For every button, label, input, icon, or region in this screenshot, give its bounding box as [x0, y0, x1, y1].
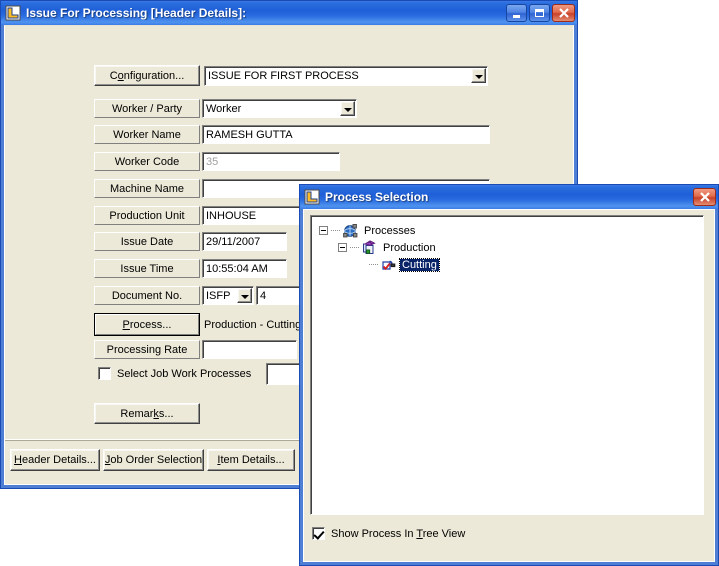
process-leaf-icon [380, 257, 397, 273]
process-tree-panel[interactable]: Processes Production Cutting [310, 215, 704, 515]
tree-connector [331, 230, 340, 231]
process-label-accel: P [122, 318, 130, 331]
show-tree-label-post: ree View [422, 527, 466, 540]
main-window-title: Issue For Processing [Header Details]: [26, 6, 247, 20]
row-document-no: Document No. ISFP 4 [94, 286, 306, 305]
collapse-expander-icon[interactable] [338, 243, 347, 252]
row-issue-time: Issue Time 10:55:04 AM [94, 259, 287, 278]
dialog-caption-buttons [693, 188, 716, 206]
document-no-prefix-combo[interactable]: ISFP [202, 286, 254, 305]
row-issue-date: Issue Date 29/11/2007 [94, 232, 287, 251]
tree-node-cutting-label: Cutting [399, 257, 440, 272]
processing-rate-input[interactable] [202, 340, 297, 359]
process-label-post: rocess... [129, 318, 172, 331]
worker-name-input[interactable]: RAMESH GUTTA [202, 125, 490, 144]
dialog-client: Processes Production Cutting Show Proces… [303, 209, 715, 562]
process-button[interactable]: Process... [94, 313, 200, 336]
remarks-label-post: s... [158, 407, 174, 420]
dialog-title: Process Selection [325, 190, 429, 204]
show-process-tree-view-label: Show Process In Tree View [331, 528, 465, 540]
row-remarks: Remar k s... [94, 403, 200, 424]
process-stack-icon [361, 239, 378, 256]
chevron-down-icon[interactable] [471, 67, 486, 83]
process-value: Production - Cutting [204, 318, 302, 331]
tree-connector [350, 247, 359, 248]
tab-job-order-selection[interactable]: Job Order Selection [103, 449, 204, 471]
document-no-label: Document No. [94, 286, 200, 305]
production-unit-label: Production Unit [94, 206, 200, 225]
issue-date-value: 29/11/2007 [206, 235, 261, 248]
tree-node-production[interactable]: Production [338, 239, 703, 256]
row-configuration: Co nfiguration... ISSUE FOR FIRST PROCESS [94, 65, 488, 86]
row-processing-rate: Processing Rate [94, 340, 297, 359]
worker-code-label: Worker Code [94, 152, 200, 171]
tree-connector [369, 264, 378, 265]
worker-code-value: 35 [206, 155, 219, 168]
process-tree: Processes Production Cutting [311, 216, 703, 273]
process-selection-dialog: Process Selection Processes Production C… [299, 184, 719, 566]
machine-name-label: Machine Name [94, 179, 200, 198]
row-worker-code: Worker Code 35 [94, 152, 340, 171]
document-no-prefix-value: ISFP [206, 289, 231, 302]
remarks-button[interactable]: Remar k s... [94, 403, 200, 424]
app-logo-icon [5, 5, 21, 21]
close-icon[interactable] [693, 188, 716, 206]
row-worker-name: Worker Name RAMESH GUTTA [94, 125, 490, 144]
select-job-work-label: Select Job Work Processes [117, 367, 252, 380]
issue-time-label: Issue Time [94, 259, 200, 278]
remarks-label-pre: Remar [120, 407, 154, 420]
maximize-icon[interactable] [529, 4, 550, 22]
row-worker-party: Worker / Party Worker [94, 99, 357, 118]
select-job-work-checkbox[interactable] [98, 367, 111, 380]
production-unit-value: INHOUSE [206, 209, 257, 222]
configuration-value: ISSUE FOR FIRST PROCESS [208, 69, 359, 82]
configuration-button[interactable]: Co nfiguration... [94, 65, 200, 86]
tab-item-details-post: tem Details... [220, 454, 285, 466]
document-no-number-value: 4 [260, 289, 267, 302]
tree-node-cutting[interactable]: Cutting [357, 256, 703, 273]
show-process-tree-view-row[interactable]: Show Process In Tree View [312, 527, 465, 540]
dialog-titlebar[interactable]: Process Selection [300, 185, 718, 209]
select-job-work-checkbox-row[interactable]: Select Job Work Processes [98, 367, 251, 380]
worker-party-combo[interactable]: Worker [202, 99, 357, 118]
configuration-label-post: nfiguration... [123, 69, 185, 82]
chevron-down-icon[interactable] [340, 101, 355, 116]
tab-header-details-accel: H [14, 454, 22, 466]
globe-network-icon [342, 223, 359, 239]
worker-name-value: RAMESH GUTTA [206, 128, 293, 141]
minimize-icon[interactable] [506, 4, 527, 22]
tab-job-order-post: ob Order Selection [110, 454, 203, 466]
worker-party-label: Worker / Party [94, 99, 200, 118]
show-tree-label-pre: Show Process In [331, 527, 417, 540]
show-process-tree-view-checkbox[interactable] [312, 527, 325, 540]
app-logo-icon [304, 189, 320, 205]
issue-date-input[interactable]: 29/11/2007 [202, 232, 287, 251]
issue-date-label: Issue Date [94, 232, 200, 251]
tree-node-production-label: Production [383, 241, 436, 254]
main-window-titlebar[interactable]: Issue For Processing [Header Details]: [1, 1, 577, 25]
worker-name-label: Worker Name [94, 125, 200, 144]
chevron-down-icon[interactable] [237, 288, 252, 303]
configuration-combo[interactable]: ISSUE FOR FIRST PROCESS [204, 65, 488, 86]
tree-node-processes[interactable]: Processes [319, 222, 703, 239]
configuration-label-pre: C [109, 69, 118, 82]
tree-node-processes-label: Processes [364, 224, 416, 237]
issue-time-value: 10:55:04 AM [206, 262, 268, 275]
collapse-expander-icon[interactable] [319, 226, 328, 235]
worker-party-value: Worker [206, 102, 242, 115]
tab-item-details[interactable]: Item Details... [207, 449, 295, 471]
worker-code-input[interactable]: 35 [202, 152, 340, 171]
processing-rate-label: Processing Rate [94, 340, 200, 359]
tab-header-details-post: eader Details... [21, 454, 96, 466]
tab-header-details[interactable]: Header Details... [10, 449, 100, 471]
main-window-caption-buttons [506, 4, 575, 22]
close-icon[interactable] [552, 4, 575, 22]
issue-time-input[interactable]: 10:55:04 AM [202, 259, 287, 278]
